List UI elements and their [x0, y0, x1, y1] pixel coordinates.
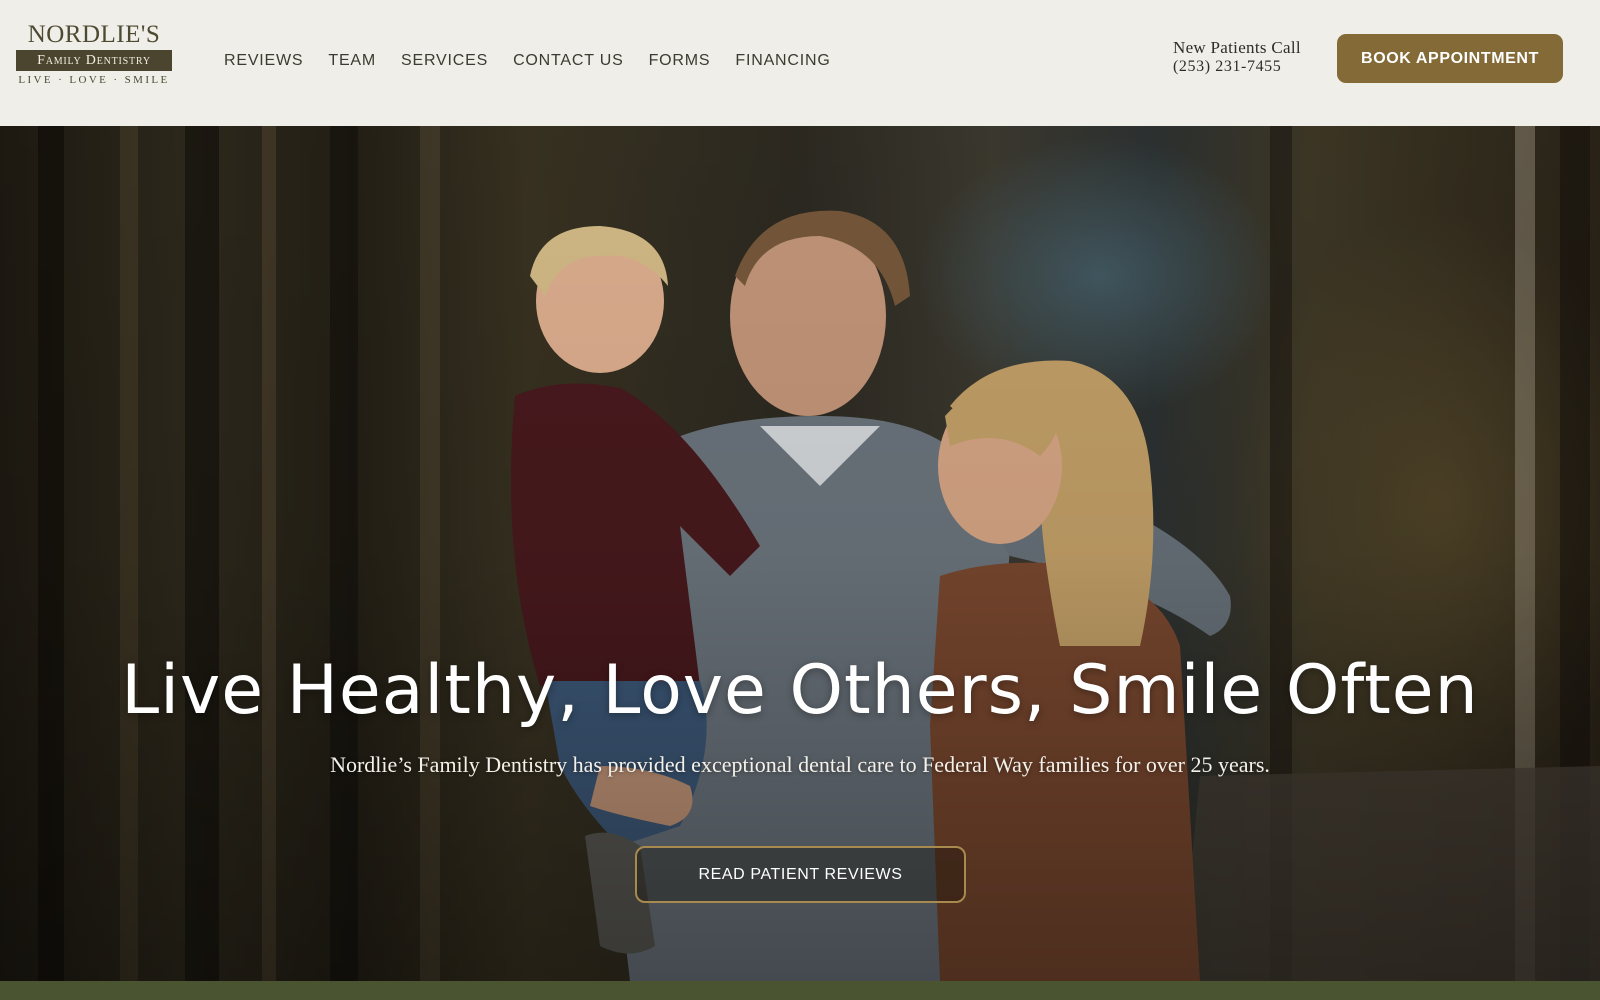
hero-title: Live Healthy, Love Others, Smile Often — [121, 651, 1479, 730]
logo-name: NORDLIE'S — [27, 21, 161, 48]
logo[interactable]: NORDLIE'S Family Dentistry LIVE · LOVE ·… — [16, 22, 172, 88]
nav-item-team[interactable]: TEAM — [328, 50, 376, 72]
hero-section: Live Healthy, Love Others, Smile Often N… — [0, 126, 1600, 981]
logo-tagline: LIVE · LOVE · SMILE — [18, 74, 170, 86]
phone-number[interactable]: (253) 231-7455 — [1173, 58, 1301, 76]
read-patient-reviews-button[interactable]: READ PATIENT REVIEWS — [635, 846, 966, 903]
nav-item-reviews[interactable]: REVIEWS — [224, 50, 303, 72]
nav-item-financing[interactable]: FINANCING — [735, 50, 830, 72]
nav-item-services[interactable]: SERVICES — [401, 50, 488, 72]
nav-item-contact-us[interactable]: CONTACT US — [513, 50, 624, 72]
hero-subtitle: Nordlie’s Family Dentistry has provided … — [330, 752, 1270, 777]
section-divider-strip — [0, 981, 1600, 1000]
main-nav: REVIEWS TEAM SERVICES CONTACT US FORMS F… — [224, 50, 856, 72]
site-header: NORDLIE'S Family Dentistry LIVE · LOVE ·… — [0, 0, 1600, 126]
logo-subtitle: Family Dentistry — [16, 50, 172, 71]
nav-item-forms[interactable]: FORMS — [649, 50, 711, 72]
book-appointment-button[interactable]: BOOK APPOINTMENT — [1337, 34, 1563, 83]
new-patients-phone[interactable]: New Patients Call (253) 231-7455 — [1173, 38, 1301, 76]
phone-label: New Patients Call — [1173, 38, 1301, 57]
